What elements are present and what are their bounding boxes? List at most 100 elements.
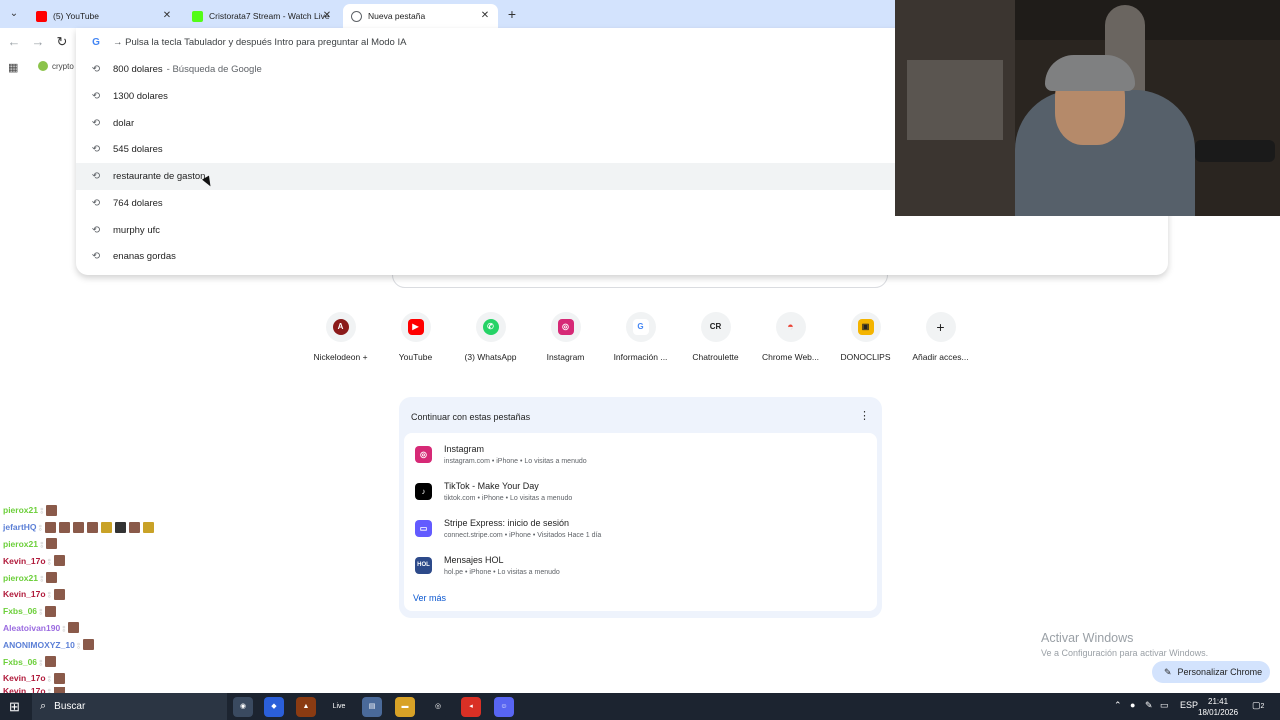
continue-tab-item[interactable]: ◎ Instagram instagram.com • iPhone • Lo …: [404, 436, 877, 473]
item-subtitle: hol.pe • iPhone • Lo visitas a menudo: [444, 569, 560, 576]
chat-username: pierox21: [3, 505, 38, 516]
forward-icon[interactable]: →: [30, 34, 46, 50]
shortcut-youtube[interactable]: ▶ YouTube: [378, 312, 453, 362]
suggestion-item[interactable]: ⟲ murphy ufc: [76, 217, 1168, 244]
suggestion-text: 800 dolares: [113, 63, 163, 75]
search-icon: ⌕: [40, 700, 47, 712]
close-icon[interactable]: ✕: [160, 9, 174, 23]
shortcut-chrome-web-store[interactable]: ◓ Chrome Web...: [753, 312, 828, 362]
emote-icon: [53, 555, 65, 567]
chat-message: pierox21 :: [3, 536, 263, 553]
chrome-web-store-icon: ◓: [787, 321, 794, 333]
bookmark-label: crypto: [52, 61, 74, 71]
tab-youtube[interactable]: (5) YouTube ✕: [28, 4, 180, 28]
shortcut-instagram[interactable]: ◎ Instagram: [528, 312, 603, 362]
item-subtitle: connect.stripe.com • iPhone • Visitados …: [444, 532, 602, 539]
suggestion-text: 1300 dolares: [113, 90, 168, 102]
streamer: [1045, 55, 1135, 91]
notification-count: 2: [1260, 703, 1265, 710]
clock-time: 21:41: [1208, 697, 1229, 706]
chat-username: Fxbs_06: [3, 656, 38, 667]
history-icon: ⟲: [91, 90, 101, 102]
app-taskbar-icon[interactable]: ◂: [461, 697, 481, 717]
card-title: Continuar con estas pestañas: [411, 412, 531, 422]
bookmark-crypto[interactable]: crypto: [38, 61, 74, 71]
back-icon[interactable]: ←: [6, 34, 22, 50]
item-title: Stripe Express: inicio de sesión: [444, 518, 570, 528]
more-options-icon[interactable]: ⋮: [859, 409, 870, 422]
continue-tab-item[interactable]: ♪ TikTok - Make Your Day tiktok.com • iP…: [404, 473, 877, 510]
chat-message: Fxbs_06 :: [3, 653, 263, 670]
live-taskbar-icon[interactable]: Live: [329, 697, 349, 717]
chat-message: jefartHQ :: [3, 519, 263, 536]
discord-taskbar-icon[interactable]: ☺: [494, 697, 514, 717]
shortcut-label: Añadir acces...: [912, 352, 969, 362]
new-tab-button[interactable]: +: [504, 6, 520, 22]
chat-username: pierox21: [3, 572, 38, 583]
history-icon: ⟲: [91, 224, 101, 236]
app-taskbar-icon[interactable]: ▤: [362, 697, 382, 717]
language-indicator[interactable]: ESP: [1180, 700, 1198, 710]
chat-message: Kevin_17o :: [3, 552, 263, 569]
reload-icon[interactable]: ↻: [54, 34, 70, 50]
hol-icon: HOL: [415, 557, 432, 574]
webcam-background: [907, 60, 1003, 140]
shortcut-chatroulette[interactable]: CR Chatroulette: [678, 312, 753, 362]
shortcut-label: YouTube: [398, 352, 433, 362]
tab-kick-stream[interactable]: Cristorata7 Stream - Watch Live ✕: [184, 4, 340, 28]
history-icon: ⟲: [91, 63, 101, 75]
add-icon: +: [936, 319, 945, 335]
suggestion-text: murphy ufc: [113, 224, 160, 236]
shortcut-donoclips[interactable]: ▣ DONOCLIPS: [828, 312, 903, 362]
shortcut-google-info[interactable]: G Información ...: [603, 312, 678, 362]
file-explorer-taskbar-icon[interactable]: ▬: [395, 697, 415, 717]
item-subtitle: tiktok.com • iPhone • Lo visitas a menud…: [444, 495, 573, 502]
continue-tab-item[interactable]: HOL Mensajes HOL hol.pe • iPhone • Lo vi…: [404, 547, 877, 584]
emote-icon: [45, 656, 57, 668]
network-icon[interactable]: ▭: [1160, 700, 1169, 711]
add-shortcut-button[interactable]: + Añadir acces...: [903, 312, 978, 362]
stream-chat-overlay: pierox21 : jefartHQ : pierox21 : Kevin_1…: [3, 502, 263, 696]
emote-icon: [53, 672, 65, 684]
chat-username: jefartHQ: [3, 522, 37, 533]
tab-search-icon[interactable]: ⌄: [6, 6, 22, 22]
shortcut-whatsapp[interactable]: ✆ (3) WhatsApp: [453, 312, 528, 362]
suggestion-text: restaurante de gaston: [113, 170, 206, 182]
windows-start-icon[interactable]: ⊞: [9, 699, 20, 715]
windows-activation-watermark: Activar Windows Ve a Configuración para …: [1041, 631, 1208, 658]
chevron-up-icon[interactable]: ⌃: [1114, 700, 1122, 711]
brave-taskbar-icon[interactable]: ▲: [296, 697, 316, 717]
chat-username: ANONIMOXYZ_10: [3, 639, 75, 650]
chrome-taskbar-icon[interactable]: ◉: [233, 697, 253, 717]
chat-username: Fxbs_06: [3, 606, 38, 617]
tab-new-tab[interactable]: Nueva pestaña ✕: [343, 4, 498, 28]
copilot-taskbar-icon[interactable]: ◆: [264, 697, 284, 717]
instagram-icon: ◎: [557, 319, 574, 335]
history-icon: ⟲: [91, 143, 101, 155]
see-more-link[interactable]: Ver más: [413, 593, 446, 603]
taskbar-search[interactable]: ⌕ Buscar: [32, 693, 227, 720]
emote-icon: [100, 521, 112, 533]
continue-tab-item[interactable]: ▭ Stripe Express: inicio de sesión conne…: [404, 510, 877, 547]
chat-username: Kevin_17o: [3, 673, 46, 684]
emote-icon: [45, 605, 57, 617]
google-icon: G: [632, 319, 649, 335]
apps-grid-icon[interactable]: ▦: [8, 61, 18, 74]
activation-subtitle: Ve a Configuración para activar Windows.: [1041, 648, 1209, 658]
obs-taskbar-icon[interactable]: ◎: [428, 697, 448, 717]
shortcut-nickelodeon[interactable]: A Nickelodeon +: [303, 312, 378, 362]
pen-icon[interactable]: ✎: [1145, 700, 1153, 711]
history-icon: ⟲: [91, 197, 101, 209]
customize-chrome-button[interactable]: ✎ Personalizar Chrome: [1152, 661, 1270, 683]
chat-message: Fxbs_06 :: [3, 603, 263, 620]
taskbar-clock[interactable]: 21:41 18/01/2026: [1198, 696, 1238, 718]
notifications-icon[interactable]: ▢2: [1252, 700, 1264, 711]
suggestion-subtext: - Búsqueda de Google: [166, 63, 262, 75]
suggestion-item[interactable]: ⟲ enanas gordas: [76, 243, 1168, 270]
microphone-icon[interactable]: ●: [1130, 700, 1135, 710]
youtube-icon: [36, 10, 47, 22]
whatsapp-icon: ✆: [482, 319, 499, 335]
chat-message: pierox21 :: [3, 569, 263, 586]
close-icon[interactable]: ✕: [478, 9, 492, 23]
close-icon[interactable]: ✕: [320, 9, 334, 23]
